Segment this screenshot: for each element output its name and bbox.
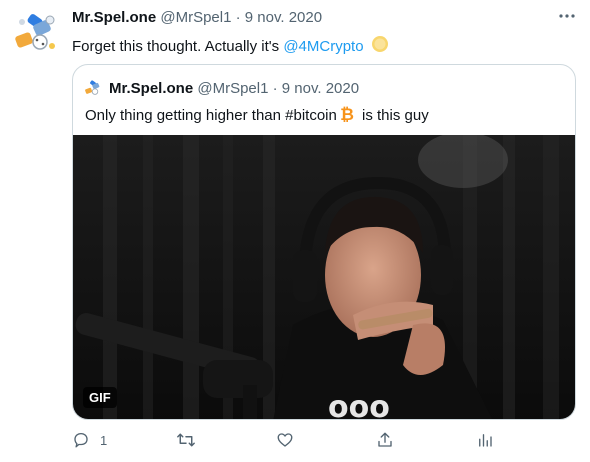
tweet-text: Forget this thought. Actually it's @4MCr…	[72, 35, 389, 57]
quoted-text-suffix: is this guy	[357, 107, 429, 124]
handle[interactable]: @MrSpel1	[160, 9, 231, 26]
like-icon	[276, 431, 294, 449]
coin-icon	[371, 35, 389, 57]
quoted-text-prefix: Only thing getting higher than #bitcoin	[85, 107, 337, 124]
quoted-separator: ·	[272, 80, 278, 97]
timestamp[interactable]: 9 nov. 2020	[245, 9, 322, 26]
quoted-header: Mr.Spel.one @MrSpel1 · 9 nov. 2020	[109, 80, 359, 97]
bitcoin-icon: ₿	[339, 105, 355, 127]
quoted-tweet[interactable]: Mr.Spel.one @MrSpel1 · 9 nov. 2020 Only …	[72, 64, 576, 420]
share-icon	[376, 431, 394, 449]
more-options-icon[interactable]	[556, 8, 578, 24]
avatar[interactable]	[10, 8, 60, 58]
svg-text:₿: ₿	[340, 105, 354, 123]
quoted-timestamp: 9 nov. 2020	[281, 80, 360, 97]
analytics-icon	[476, 431, 494, 449]
tweet-header: Mr.Spel.one @MrSpel1 · 9 nov. 2020	[72, 9, 322, 26]
reply-count: 1	[100, 432, 108, 448]
display-name[interactable]: Mr.Spel.one	[72, 9, 156, 26]
quoted-handle: @MrSpel1	[197, 80, 269, 97]
gif-badge: GIF	[83, 387, 117, 408]
reply-icon	[72, 431, 90, 449]
quoted-display-name: Mr.Spel.one	[109, 80, 194, 97]
action-bar: 1	[72, 428, 582, 452]
retweet-button[interactable]	[176, 428, 196, 452]
tweet[interactable]: Mr.Spel.one @MrSpel1 · 9 nov. 2020 Forge…	[0, 0, 590, 462]
svg-text:ooo: ooo	[328, 390, 390, 420]
like-button[interactable]	[276, 428, 294, 452]
quoted-avatar	[83, 78, 103, 98]
retweet-icon	[176, 431, 196, 449]
gif-media[interactable]: ooo GIF	[73, 132, 575, 420]
analytics-button[interactable]	[476, 428, 494, 452]
share-button[interactable]	[376, 428, 394, 452]
reply-button[interactable]: 1	[72, 428, 107, 452]
mention-link[interactable]: @4MCrypto	[283, 38, 363, 55]
separator: ·	[235, 9, 241, 26]
tweet-text-prefix: Forget this thought. Actually it's	[72, 38, 284, 55]
quoted-text: Only thing getting higher than #bitcoin …	[85, 105, 429, 127]
